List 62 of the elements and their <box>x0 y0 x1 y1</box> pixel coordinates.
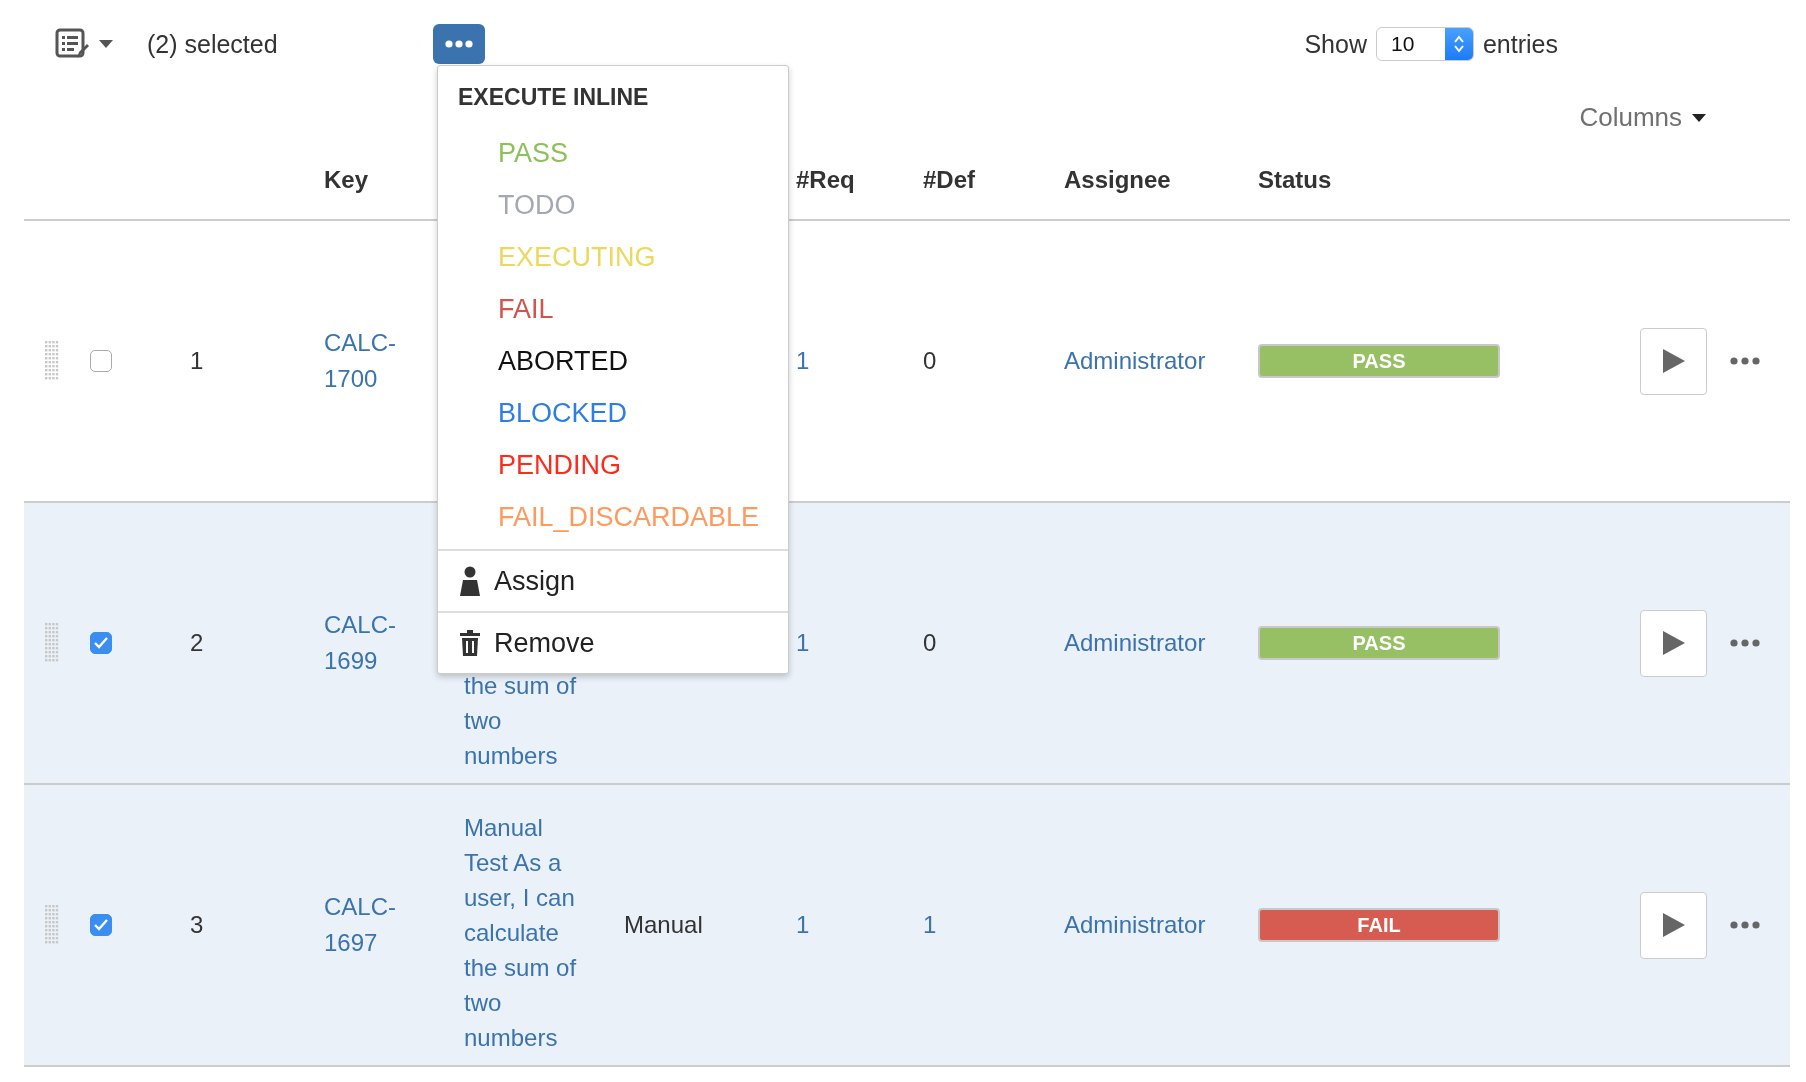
status-menu-item[interactable]: FAIL <box>438 283 788 335</box>
column-header[interactable]: Key <box>300 166 369 194</box>
more-icon[interactable] <box>1730 921 1760 929</box>
issue-key-link[interactable]: CALC-1697 <box>324 889 408 961</box>
person-icon <box>460 566 480 596</box>
page-size-select[interactable]: 10 <box>1375 27 1474 61</box>
show-label: Show <box>1304 29 1367 59</box>
run-button[interactable] <box>1640 609 1707 677</box>
more-icon[interactable] <box>1730 639 1760 647</box>
assignee-link[interactable]: Administrator <box>1064 629 1206 657</box>
status-menu-item[interactable]: TODO <box>438 179 788 231</box>
run-button[interactable] <box>1640 327 1707 395</box>
drag-handle-icon[interactable] <box>45 341 59 381</box>
menu-action[interactable]: Remove <box>438 611 788 673</box>
column-header[interactable]: #Def <box>905 166 976 194</box>
caret-icon[interactable] <box>99 40 113 48</box>
requirements-link[interactable]: 1 <box>796 629 810 657</box>
more-actions-button[interactable] <box>432 24 485 64</box>
check-icon <box>93 918 109 932</box>
requirements-link[interactable]: 1 <box>796 911 810 939</box>
row-number: 3 <box>190 911 204 939</box>
column-header[interactable]: Assignee <box>1045 166 1171 194</box>
more-icon[interactable] <box>1730 357 1760 365</box>
columns-button[interactable]: Columns <box>1579 102 1706 133</box>
menu-action[interactable]: Assign <box>438 551 788 611</box>
row-checkbox[interactable] <box>90 350 112 372</box>
check-icon <box>93 636 109 650</box>
issue-key-link[interactable]: CALC-1699 <box>324 607 408 679</box>
chevrons-icon <box>1452 34 1465 54</box>
entries-label: entries <box>1482 29 1558 59</box>
play-icon <box>1662 349 1685 373</box>
status-badge: PASS <box>1258 344 1500 378</box>
defects-count: 0 <box>923 629 937 657</box>
row-checkbox[interactable] <box>90 632 112 654</box>
status-badge: FAIL <box>1258 908 1500 942</box>
list-view-icon[interactable] <box>55 28 89 60</box>
assignee-link[interactable]: Administrator <box>1064 347 1206 375</box>
drag-handle-icon[interactable] <box>45 905 59 945</box>
run-button[interactable] <box>1640 891 1707 959</box>
assignee-link[interactable]: Administrator <box>1064 911 1206 939</box>
row-number: 1 <box>190 347 204 375</box>
menu-heading: EXECUTE INLINE <box>457 83 650 112</box>
ellipsis-icon <box>444 40 473 48</box>
status-menu-item[interactable]: ABORTED <box>438 335 788 387</box>
row-checkbox[interactable] <box>90 914 112 936</box>
defects-count: 0 <box>923 347 937 375</box>
requirements-link[interactable]: 1 <box>796 347 810 375</box>
caret-icon <box>1692 113 1706 122</box>
summary-link[interactable]: Manual Test As a user, I can calculate the sum of two numbers <box>464 810 582 1055</box>
status-badge: PASS <box>1258 626 1500 660</box>
status-menu-item[interactable]: BLOCKED <box>438 387 788 439</box>
column-header[interactable]: Status <box>1245 166 1332 194</box>
status-menu-item[interactable]: PENDING <box>438 439 788 491</box>
row-number: 2 <box>190 629 204 657</box>
test-type: Manual <box>624 911 703 939</box>
defects-link[interactable]: 1 <box>923 911 937 939</box>
drag-handle-icon[interactable] <box>45 623 59 663</box>
selected-count: (2) selected <box>147 29 278 59</box>
issue-key-link[interactable]: CALC-1700 <box>324 325 408 397</box>
play-icon <box>1662 913 1685 937</box>
trash-icon <box>460 630 480 656</box>
play-icon <box>1662 631 1685 655</box>
